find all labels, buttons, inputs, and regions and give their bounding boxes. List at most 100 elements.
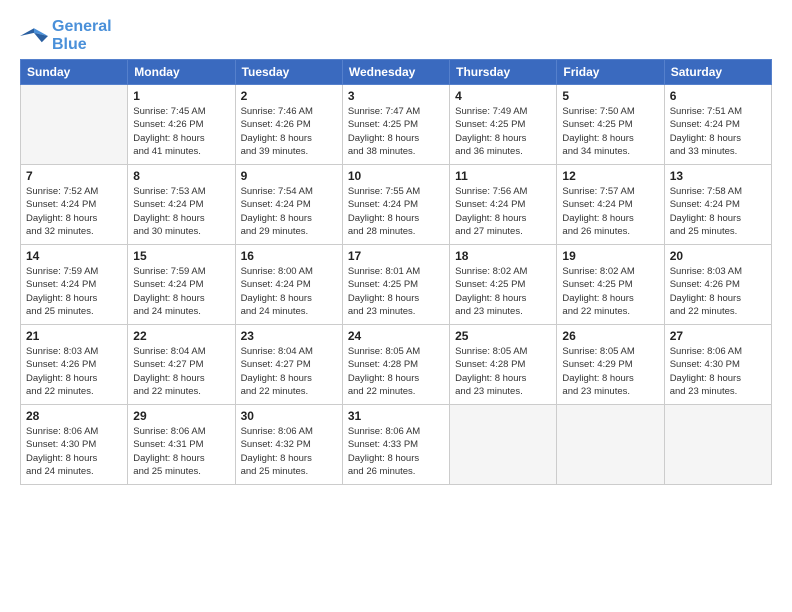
day-number: 7 bbox=[26, 169, 122, 183]
day-number: 26 bbox=[562, 329, 658, 343]
sun-info: Sunrise: 7:49 AMSunset: 4:25 PMDaylight:… bbox=[455, 105, 551, 158]
calendar-cell: 20 Sunrise: 8:03 AMSunset: 4:26 PMDayligh… bbox=[664, 245, 771, 325]
weekday-header-thursday: Thursday bbox=[450, 60, 557, 85]
sun-info: Sunrise: 8:06 AMSunset: 4:31 PMDaylight:… bbox=[133, 425, 229, 478]
sun-info: Sunrise: 7:50 AMSunset: 4:25 PMDaylight:… bbox=[562, 105, 658, 158]
calendar-cell: 15 Sunrise: 7:59 AMSunset: 4:24 PMDayligh… bbox=[128, 245, 235, 325]
page: General Blue SundayMondayTuesdayWednesda… bbox=[0, 0, 792, 612]
day-number: 2 bbox=[241, 89, 337, 103]
calendar-week-4: 21 Sunrise: 8:03 AMSunset: 4:26 PMDayligh… bbox=[21, 325, 772, 405]
calendar-cell: 29 Sunrise: 8:06 AMSunset: 4:31 PMDayligh… bbox=[128, 405, 235, 485]
sun-info: Sunrise: 8:04 AMSunset: 4:27 PMDaylight:… bbox=[133, 345, 229, 398]
day-number: 22 bbox=[133, 329, 229, 343]
sun-info: Sunrise: 8:06 AMSunset: 4:33 PMDaylight:… bbox=[348, 425, 444, 478]
day-number: 30 bbox=[241, 409, 337, 423]
sun-info: Sunrise: 7:59 AMSunset: 4:24 PMDaylight:… bbox=[133, 265, 229, 318]
sun-info: Sunrise: 8:04 AMSunset: 4:27 PMDaylight:… bbox=[241, 345, 337, 398]
day-number: 6 bbox=[670, 89, 766, 103]
day-number: 29 bbox=[133, 409, 229, 423]
calendar-cell: 17Sunrise: 8:01 AMSunset: 4:25 PMDayligh… bbox=[342, 245, 449, 325]
day-number: 13 bbox=[670, 169, 766, 183]
calendar-cell: 13 Sunrise: 7:58 AMSunset: 4:24 PMDayligh… bbox=[664, 165, 771, 245]
calendar-cell bbox=[450, 405, 557, 485]
day-number: 10 bbox=[348, 169, 444, 183]
sun-info: Sunrise: 8:05 AMSunset: 4:28 PMDaylight:… bbox=[455, 345, 551, 398]
calendar-cell: 4 Sunrise: 7:49 AMSunset: 4:25 PMDaylight… bbox=[450, 85, 557, 165]
day-number: 12 bbox=[562, 169, 658, 183]
weekday-header-sunday: Sunday bbox=[21, 60, 128, 85]
day-number: 19 bbox=[562, 249, 658, 263]
sun-info: Sunrise: 7:53 AMSunset: 4:24 PMDaylight:… bbox=[133, 185, 229, 238]
day-number: 1 bbox=[133, 89, 229, 103]
sun-info: Sunrise: 7:55 AMSunset: 4:24 PMDaylight:… bbox=[348, 185, 444, 238]
calendar-cell: 11 Sunrise: 7:56 AMSunset: 4:24 PMDayligh… bbox=[450, 165, 557, 245]
calendar-week-5: 28Sunrise: 8:06 AMSunset: 4:30 PMDayligh… bbox=[21, 405, 772, 485]
day-number: 4 bbox=[455, 89, 551, 103]
sun-info: Sunrise: 8:05 AMSunset: 4:28 PMDaylight:… bbox=[348, 345, 444, 398]
calendar-cell: 30 Sunrise: 8:06 AMSunset: 4:32 PMDayligh… bbox=[235, 405, 342, 485]
sun-info: Sunrise: 7:58 AMSunset: 4:24 PMDaylight:… bbox=[670, 185, 766, 238]
day-number: 25 bbox=[455, 329, 551, 343]
calendar-week-3: 14 Sunrise: 7:59 AMSunset: 4:24 PMDayligh… bbox=[21, 245, 772, 325]
sun-info: Sunrise: 8:05 AMSunset: 4:29 PMDaylight:… bbox=[562, 345, 658, 398]
day-number: 5 bbox=[562, 89, 658, 103]
calendar-cell: 3 Sunrise: 7:47 AMSunset: 4:25 PMDaylight… bbox=[342, 85, 449, 165]
sun-info: Sunrise: 7:45 AMSunset: 4:26 PMDaylight:… bbox=[133, 105, 229, 158]
sun-info: Sunrise: 8:06 AMSunset: 4:30 PMDaylight:… bbox=[26, 425, 122, 478]
weekday-header-wednesday: Wednesday bbox=[342, 60, 449, 85]
calendar-cell: 1 Sunrise: 7:45 AMSunset: 4:26 PMDaylight… bbox=[128, 85, 235, 165]
calendar-cell: 26 Sunrise: 8:05 AMSunset: 4:29 PMDayligh… bbox=[557, 325, 664, 405]
day-number: 3 bbox=[348, 89, 444, 103]
calendar-cell: 10 Sunrise: 7:55 AMSunset: 4:24 PMDayligh… bbox=[342, 165, 449, 245]
day-number: 18 bbox=[455, 249, 551, 263]
calendar-cell: 23 Sunrise: 8:04 AMSunset: 4:27 PMDayligh… bbox=[235, 325, 342, 405]
calendar-cell: 9Sunrise: 7:54 AMSunset: 4:24 PMDaylight… bbox=[235, 165, 342, 245]
sun-info: Sunrise: 7:52 AMSunset: 4:24 PMDaylight:… bbox=[26, 185, 122, 238]
sun-info: Sunrise: 8:03 AMSunset: 4:26 PMDaylight:… bbox=[26, 345, 122, 398]
calendar-cell bbox=[557, 405, 664, 485]
calendar-cell: 31 Sunrise: 8:06 AMSunset: 4:33 PMDayligh… bbox=[342, 405, 449, 485]
calendar-week-2: 7 Sunrise: 7:52 AMSunset: 4:24 PMDaylight… bbox=[21, 165, 772, 245]
logo-icon bbox=[20, 25, 48, 47]
sun-info: Sunrise: 7:47 AMSunset: 4:25 PMDaylight:… bbox=[348, 105, 444, 158]
calendar-cell: 21 Sunrise: 8:03 AMSunset: 4:26 PMDayligh… bbox=[21, 325, 128, 405]
weekday-header-row: SundayMondayTuesdayWednesdayThursdayFrid… bbox=[21, 60, 772, 85]
weekday-header-tuesday: Tuesday bbox=[235, 60, 342, 85]
calendar-cell: 27 Sunrise: 8:06 AMSunset: 4:30 PMDayligh… bbox=[664, 325, 771, 405]
day-number: 20 bbox=[670, 249, 766, 263]
calendar-cell: 16Sunrise: 8:00 AMSunset: 4:24 PMDayligh… bbox=[235, 245, 342, 325]
weekday-header-friday: Friday bbox=[557, 60, 664, 85]
sun-info: Sunrise: 7:57 AMSunset: 4:24 PMDaylight:… bbox=[562, 185, 658, 238]
day-number: 11 bbox=[455, 169, 551, 183]
calendar-week-1: 1 Sunrise: 7:45 AMSunset: 4:26 PMDaylight… bbox=[21, 85, 772, 165]
day-number: 9 bbox=[241, 169, 337, 183]
day-number: 16 bbox=[241, 249, 337, 263]
calendar-cell: 5 Sunrise: 7:50 AMSunset: 4:25 PMDaylight… bbox=[557, 85, 664, 165]
calendar-cell: 7 Sunrise: 7:52 AMSunset: 4:24 PMDaylight… bbox=[21, 165, 128, 245]
sun-info: Sunrise: 8:06 AMSunset: 4:30 PMDaylight:… bbox=[670, 345, 766, 398]
day-number: 8 bbox=[133, 169, 229, 183]
sun-info: Sunrise: 7:56 AMSunset: 4:24 PMDaylight:… bbox=[455, 185, 551, 238]
day-number: 15 bbox=[133, 249, 229, 263]
day-number: 24 bbox=[348, 329, 444, 343]
calendar-cell: 14 Sunrise: 7:59 AMSunset: 4:24 PMDayligh… bbox=[21, 245, 128, 325]
logo: General Blue bbox=[20, 18, 112, 53]
day-number: 23 bbox=[241, 329, 337, 343]
sun-info: Sunrise: 8:02 AMSunset: 4:25 PMDaylight:… bbox=[562, 265, 658, 318]
day-number: 14 bbox=[26, 249, 122, 263]
sun-info: Sunrise: 8:06 AMSunset: 4:32 PMDaylight:… bbox=[241, 425, 337, 478]
calendar-cell: 6 Sunrise: 7:51 AMSunset: 4:24 PMDaylight… bbox=[664, 85, 771, 165]
calendar-cell: 25 Sunrise: 8:05 AMSunset: 4:28 PMDayligh… bbox=[450, 325, 557, 405]
sun-info: Sunrise: 8:02 AMSunset: 4:25 PMDaylight:… bbox=[455, 265, 551, 318]
calendar-table: SundayMondayTuesdayWednesdayThursdayFrid… bbox=[20, 59, 772, 485]
sun-info: Sunrise: 7:51 AMSunset: 4:24 PMDaylight:… bbox=[670, 105, 766, 158]
sun-info: Sunrise: 7:59 AMSunset: 4:24 PMDaylight:… bbox=[26, 265, 122, 318]
calendar-cell: 18 Sunrise: 8:02 AMSunset: 4:25 PMDayligh… bbox=[450, 245, 557, 325]
header: General Blue bbox=[20, 18, 772, 53]
day-number: 31 bbox=[348, 409, 444, 423]
day-number: 21 bbox=[26, 329, 122, 343]
weekday-header-monday: Monday bbox=[128, 60, 235, 85]
calendar-cell: 12 Sunrise: 7:57 AMSunset: 4:24 PMDayligh… bbox=[557, 165, 664, 245]
sun-info: Sunrise: 8:03 AMSunset: 4:26 PMDaylight:… bbox=[670, 265, 766, 318]
day-number: 27 bbox=[670, 329, 766, 343]
